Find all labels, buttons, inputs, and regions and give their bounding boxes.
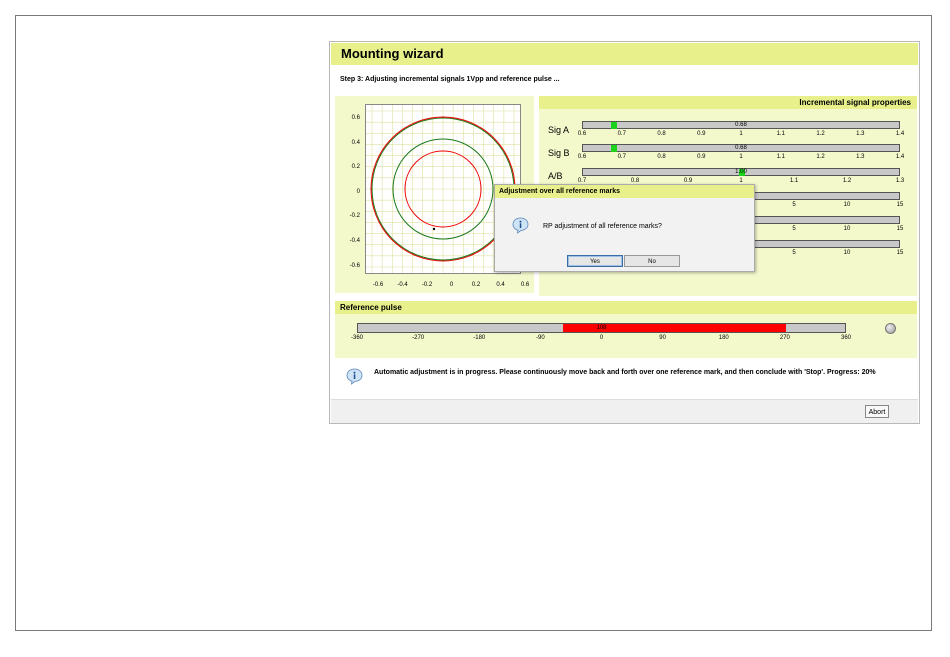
- signal-point: [432, 227, 436, 231]
- x-tick-label: -0.6: [372, 282, 384, 288]
- signal-tick-label: 1: [739, 131, 743, 137]
- dialog-info-icon: [512, 217, 529, 234]
- reference-tick-label: -270: [412, 335, 425, 341]
- signal-tick-label: 1.2: [816, 131, 825, 137]
- no-button[interactable]: No: [624, 255, 680, 267]
- x-tick-label: -0.4: [397, 282, 408, 288]
- x-tick-label: -0.2: [421, 282, 433, 288]
- signal-bar-6: [754, 240, 900, 248]
- signal-tick-label: 0.7: [617, 131, 626, 137]
- reference-status-radio[interactable]: [885, 323, 896, 334]
- reference-tick-label: -90: [536, 335, 545, 341]
- reference-tick-label: 360: [840, 335, 852, 341]
- y-tick-label: 0.2: [351, 164, 360, 171]
- x-tick-label: 0: [449, 282, 454, 288]
- info-icon: [346, 368, 363, 385]
- x-tick-label: 0.6: [520, 282, 530, 288]
- reference-pulse-ticks: -360 -270 -180 -90 0 90 180 270 360: [351, 335, 851, 343]
- confirm-dialog: Adjustment over all reference marks RP a…: [494, 184, 755, 272]
- progress-message: Automatic adjustment is in progress. Ple…: [374, 369, 876, 376]
- signal-tick-label: 1.3: [895, 178, 905, 184]
- wizard-footer: Abort: [331, 399, 918, 423]
- signal-tick-label: 0.8: [657, 131, 666, 137]
- wizard-title: Mounting wizard: [331, 43, 918, 65]
- yes-button[interactable]: Yes: [567, 255, 623, 267]
- signal-tick-label: 1.1: [789, 178, 799, 184]
- reference-pulse-title: Reference pulse: [335, 301, 917, 314]
- step-text: Step 3: Adjusting incremental signals 1V…: [340, 76, 560, 83]
- ab-bar: 1.00: [582, 168, 900, 176]
- signal-tick-label: 0.6: [577, 131, 587, 137]
- signal-tick-label: 1.3: [856, 154, 865, 160]
- reference-pulse-value: 108: [596, 325, 607, 331]
- signal-tick-label: 0.6: [577, 154, 587, 160]
- signal-tick-label: 1.4: [895, 154, 905, 160]
- dialog-question: RP adjustment of all reference marks?: [543, 223, 662, 230]
- sig-a-label: Sig A: [548, 125, 570, 135]
- dialog-title: Adjustment over all reference marks: [495, 185, 754, 198]
- y-tick-label: -0.6: [349, 262, 360, 269]
- x-tick-label: 0.4: [496, 282, 505, 288]
- reference-tick-label: 90: [659, 335, 666, 341]
- signal-tick-label: 0.8: [657, 154, 666, 160]
- y-tick-label: 0.4: [351, 139, 360, 146]
- y-tick-label: 0.6: [351, 115, 360, 121]
- signal-tick-label: 1.2: [842, 178, 852, 184]
- ab-label: A/B: [548, 171, 563, 181]
- signal-tick-label: 1.2: [816, 154, 825, 160]
- reference-pulse-bar: 108: [357, 323, 846, 333]
- signal-tick-label: 0.9: [697, 154, 706, 160]
- sig-b-bar: 0.68: [582, 144, 900, 152]
- signal-tick-label: 1.3: [856, 131, 865, 137]
- sig-a-value: 0.68: [735, 122, 747, 128]
- reference-tick-label: 270: [779, 335, 790, 341]
- properties-title: Incremental signal properties: [539, 96, 917, 109]
- reference-pulse-panel: 108 -360 -270 -180 -90 0 90 180 270 360: [335, 314, 917, 358]
- reference-tick-label: 0: [599, 335, 604, 341]
- y-tick-label: -0.4: [349, 238, 360, 244]
- sig-a-bar: 0.68: [582, 121, 900, 129]
- signal-tick-label: 1.4: [895, 131, 905, 137]
- ab-value: 1.00: [735, 169, 747, 175]
- reference-tick-label: -360: [350, 335, 364, 341]
- signal-tick-label: 0.9: [697, 131, 706, 137]
- signal-tick-label: 1.1: [776, 154, 785, 160]
- y-tick-label: 0: [356, 188, 360, 195]
- abort-button[interactable]: Abort: [865, 405, 889, 418]
- signal-bar-4: [754, 192, 900, 200]
- signal-bar-5: [754, 216, 900, 224]
- sig-b-value: 0.68: [735, 145, 747, 151]
- x-tick-label: 0.2: [471, 282, 481, 288]
- reference-tick-label: 180: [718, 335, 729, 341]
- signal-tick-label: 0.7: [617, 154, 626, 160]
- reference-tick-label: -180: [473, 335, 486, 341]
- y-tick-label: -0.2: [349, 213, 360, 220]
- sig-b-label: Sig B: [548, 148, 570, 158]
- signal-tick-label: 1: [739, 154, 743, 160]
- signal-tick-label: 1.1: [776, 131, 785, 137]
